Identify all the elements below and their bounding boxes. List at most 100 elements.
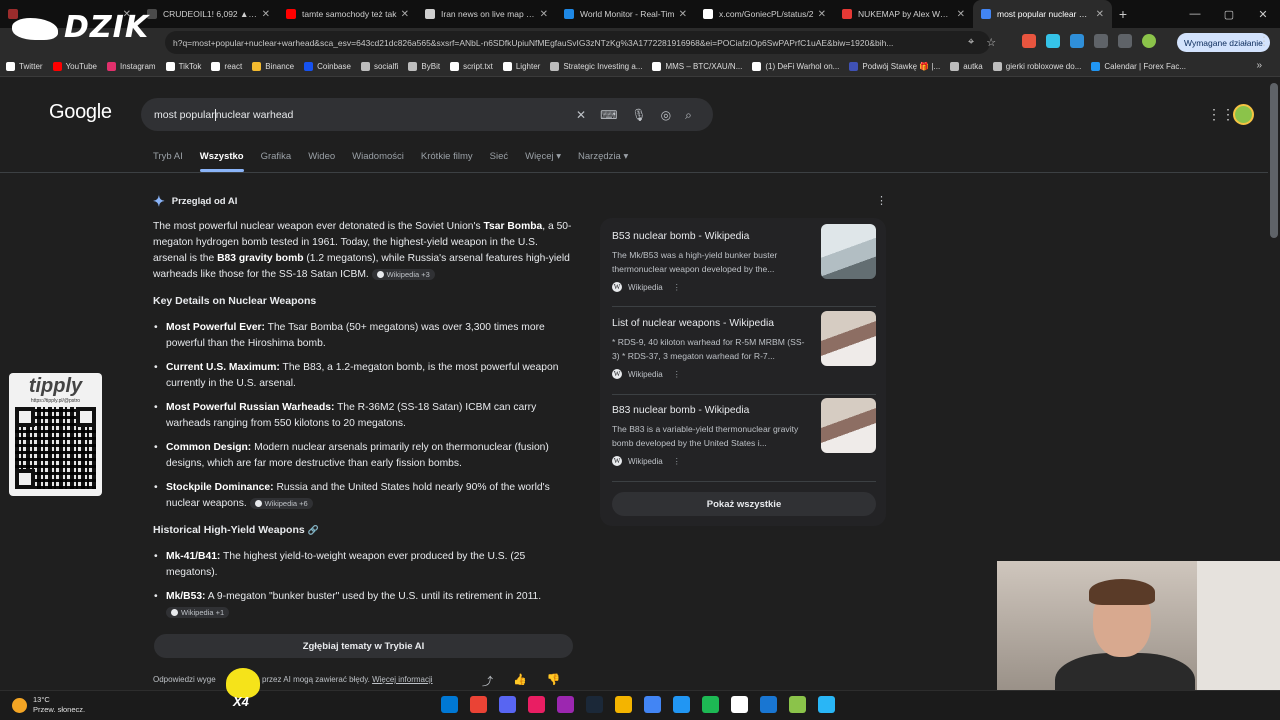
puzzle-icon[interactable]: [1094, 34, 1108, 48]
link-icon[interactable]: 🔗: [308, 525, 319, 535]
tab-8[interactable]: Narzędzia ▾: [578, 151, 628, 162]
close-tab-icon[interactable]: ✕: [262, 9, 270, 20]
taskbar-app-icon[interactable]: [702, 696, 719, 713]
extension-icon[interactable]: [1046, 34, 1060, 48]
weather-widget[interactable]: 13°C Przew. słonecz.: [12, 695, 85, 715]
profile-icon[interactable]: [1142, 34, 1156, 48]
taskbar-app-icon[interactable]: [586, 696, 603, 713]
source-card[interactable]: B83 nuclear bomb - Wikipedia The B83 is a…: [612, 398, 876, 466]
lens-icon[interactable]: ◎: [661, 108, 671, 123]
bookmark-item[interactable]: Strategic Investing a...: [550, 62, 642, 71]
browser-tab[interactable]: most popular nuclear war ✕: [973, 0, 1112, 28]
browser-tab[interactable]: x.com/GoniecPL/status/2 ✕: [695, 0, 834, 28]
tab-0[interactable]: Tryb AI: [153, 151, 183, 162]
keyboard-icon[interactable]: ⌨: [600, 108, 617, 123]
bookmark-item[interactable]: Twitter: [6, 62, 43, 71]
taskbar-app-icon[interactable]: [441, 696, 458, 713]
browser-tab[interactable]: Iran news on live map in I ✕: [417, 0, 556, 28]
bookmark-item[interactable]: Coinbase: [304, 62, 351, 71]
bookmark-item[interactable]: ByBit: [408, 62, 440, 71]
scrollbar[interactable]: [1270, 83, 1278, 238]
source-title[interactable]: B83 nuclear bomb - Wikipedia: [612, 405, 812, 416]
taskbar-app-icon[interactable]: [615, 696, 632, 713]
source-chip[interactable]: Wikipedia +3: [371, 268, 435, 280]
close-window-icon[interactable]: ✕: [1246, 8, 1280, 21]
browser-tab[interactable]: NUKEMAP by Alex Weller ✕: [834, 0, 973, 28]
taskbar-app-icon[interactable]: [760, 696, 777, 713]
taskbar-app-icon[interactable]: [470, 696, 487, 713]
taskbar-app-icon[interactable]: [644, 696, 661, 713]
bookmark-item[interactable]: Lighter: [502, 62, 540, 71]
maximize-icon[interactable]: ▢: [1212, 8, 1246, 21]
microphone-icon[interactable]: 🎙: [631, 108, 646, 123]
google-logo[interactable]: Google: [49, 101, 112, 124]
bookmark-item[interactable]: Binance: [252, 62, 294, 71]
source-thumbnail[interactable]: [821, 311, 876, 366]
bookmark-item[interactable]: react: [211, 62, 242, 71]
bookmark-item[interactable]: (1) DeFi Warhol on...: [752, 62, 839, 71]
taskbar-app-icon[interactable]: [557, 696, 574, 713]
tab-7[interactable]: Więcej ▾: [525, 151, 561, 162]
close-tab-icon[interactable]: ✕: [401, 9, 409, 20]
source-thumbnail[interactable]: [821, 224, 876, 279]
thumbs-down-icon[interactable]: 👎: [547, 673, 561, 689]
location-icon[interactable]: ⌖: [968, 36, 974, 49]
reading-list-icon[interactable]: [1118, 34, 1132, 48]
more-options-icon[interactable]: ⋮: [673, 283, 681, 292]
taskbar-app-icon[interactable]: [673, 696, 690, 713]
new-tab-button[interactable]: +: [1112, 6, 1134, 22]
tab-3[interactable]: Wideo: [308, 151, 335, 162]
tab-4[interactable]: Wiadomości: [352, 151, 404, 162]
source-title[interactable]: B53 nuclear bomb - Wikipedia: [612, 231, 812, 242]
close-tab-icon[interactable]: ✕: [1096, 9, 1104, 20]
extension-icon[interactable]: [1070, 34, 1084, 48]
bookmark-item[interactable]: script.txt: [450, 62, 493, 71]
source-chip[interactable]: Wikipedia +1: [166, 606, 230, 618]
taskbar-app-icon[interactable]: [731, 696, 748, 713]
tab-6[interactable]: Sieć: [490, 151, 508, 162]
bookmark-star-icon[interactable]: ☆: [986, 36, 996, 49]
thumbs-up-icon[interactable]: 👍: [513, 673, 527, 689]
share-icon[interactable]: ⤴: [482, 673, 493, 689]
taskbar-app-icon[interactable]: [789, 696, 806, 713]
browser-tab[interactable]: World Monitor - Real-Tim ✕: [556, 0, 695, 28]
dive-deeper-button[interactable]: Zgłębiaj tematy w Trybie AI: [154, 634, 573, 658]
source-card[interactable]: B53 nuclear bomb - Wikipedia The Mk/B53 w…: [612, 224, 876, 292]
more-options-icon[interactable]: ⋮: [673, 457, 681, 466]
bookmark-item[interactable]: gierki robloxowe do...: [992, 62, 1081, 71]
tab-5[interactable]: Krótkie filmy: [421, 151, 473, 162]
bookmark-item[interactable]: Instagram: [107, 62, 156, 71]
close-tab-icon[interactable]: ✕: [957, 9, 965, 20]
close-tab-icon[interactable]: ✕: [818, 9, 826, 20]
browser-tab[interactable]: CRUDEOIL1! 6,092 ▲ +0.4 ✕: [139, 0, 278, 28]
close-tab-icon[interactable]: ✕: [540, 9, 548, 20]
bookmark-item[interactable]: YouTube: [52, 62, 97, 71]
show-all-button[interactable]: Pokaż wszystkie: [612, 492, 876, 516]
source-title[interactable]: List of nuclear weapons - Wikipedia: [612, 318, 812, 329]
taskbar-app-icon[interactable]: [528, 696, 545, 713]
more-bookmarks-icon[interactable]: »: [1256, 60, 1262, 71]
more-options-icon[interactable]: ⋮: [673, 370, 681, 379]
bookmark-item[interactable]: Podwój Stawkę 🎁 |...: [849, 62, 940, 71]
close-tab-icon[interactable]: ✕: [679, 9, 687, 20]
bookmark-item[interactable]: Calendar | Forex Fac...: [1091, 62, 1186, 71]
taskbar-app-icon[interactable]: [818, 696, 835, 713]
url-input[interactable]: h?q=most+popular+nuclear+warhead&sca_esv…: [165, 31, 990, 54]
source-thumbnail[interactable]: [821, 398, 876, 453]
tab-1[interactable]: Wszystko: [199, 151, 244, 172]
bookmark-item[interactable]: autka: [950, 62, 983, 71]
browser-tab[interactable]: tamte samochody też tak ✕: [278, 0, 417, 28]
minimize-icon[interactable]: —: [1178, 8, 1212, 20]
source-chip[interactable]: Wikipedia +6: [249, 497, 313, 509]
bookmark-item[interactable]: socialfi: [360, 62, 398, 71]
extension-icon[interactable]: [1022, 34, 1036, 48]
avatar[interactable]: [1233, 104, 1254, 125]
more-options-icon[interactable]: ⋮: [876, 194, 887, 207]
bookmark-item[interactable]: MMS – BTC/XAU/N...: [652, 62, 742, 71]
learn-more-link[interactable]: Więcej informacji: [372, 675, 432, 684]
browser-menu-icon[interactable]: ⋮: [1258, 34, 1270, 48]
bookmark-item[interactable]: TikTok: [165, 62, 201, 71]
required-action-button[interactable]: Wymagane działanie: [1177, 33, 1270, 52]
tab-2[interactable]: Grafika: [261, 151, 292, 162]
search-icon[interactable]: ⌕: [685, 108, 692, 123]
